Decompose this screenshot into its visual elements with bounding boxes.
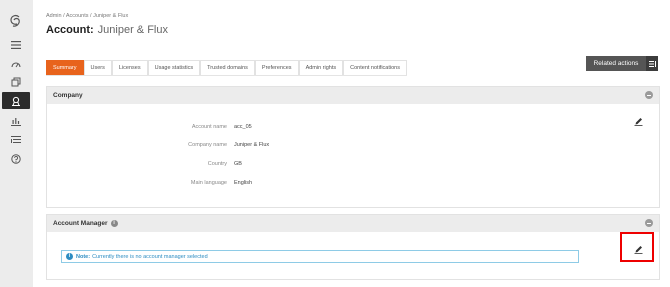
edit-company-button[interactable]	[633, 116, 643, 126]
account-manager-panel: Account Manager i i Note: Currently ther…	[46, 214, 660, 280]
list-icon[interactable]	[5, 131, 27, 149]
field-value: English	[234, 180, 253, 186]
field-row: Account name acc_05	[47, 124, 659, 134]
field-label: Main language	[190, 180, 227, 186]
highlight-box	[620, 232, 654, 262]
field-label: Country	[207, 161, 227, 167]
note-text: Currently there is no account manager se…	[92, 253, 208, 260]
menu-icon[interactable]	[5, 36, 27, 54]
company-heading: Company	[53, 92, 83, 99]
no-manager-note: i Note: Currently there is no account ma…	[61, 250, 579, 263]
field-row: Main language English	[47, 180, 659, 190]
tab-summary[interactable]: Summary	[46, 60, 84, 75]
company-panel: Company Account name acc_05 Company name…	[46, 86, 660, 208]
field-label: Account name	[191, 124, 227, 130]
note-label: Note:	[76, 253, 91, 260]
tab-trusted-domains[interactable]: Trusted domains	[200, 60, 255, 75]
tab-content-notifications[interactable]: Content notifications	[343, 60, 407, 75]
breadcrumb[interactable]: Admin / Accounts / Juniper & Flux	[46, 13, 128, 19]
field-value: GB	[234, 161, 242, 167]
company-panel-header: Company	[47, 87, 659, 104]
logo-icon[interactable]	[5, 12, 27, 30]
chart-icon[interactable]	[5, 112, 27, 130]
sidebar	[0, 0, 34, 287]
pencil-icon	[634, 117, 642, 126]
field-row: Country GB	[47, 161, 659, 171]
collapse-icon[interactable]	[645, 91, 653, 99]
field-row: Company name Juniper & Flux	[47, 142, 659, 152]
related-actions-button[interactable]: Related actions	[586, 56, 658, 71]
account-manager-panel-header: Account Manager i	[47, 215, 659, 232]
field-value: acc_05	[234, 124, 252, 130]
info-icon[interactable]: i	[110, 220, 118, 227]
account-icon[interactable]	[2, 92, 30, 109]
tab-preferences[interactable]: Preferences	[254, 60, 299, 75]
page-title-prefix: Account:	[46, 24, 94, 36]
main-content: Admin / Accounts / Juniper & Flux Accoun…	[33, 0, 670, 287]
field-value: Juniper & Flux	[234, 142, 270, 148]
tab-admin-rights[interactable]: Admin rights	[298, 60, 344, 75]
account-manager-heading: Account Manager	[53, 220, 108, 227]
collapse-icon[interactable]	[645, 219, 653, 227]
menu-toggle-icon	[646, 56, 658, 71]
copy-icon[interactable]	[5, 73, 27, 91]
tab-licenses[interactable]: Licenses	[111, 60, 148, 75]
help-icon[interactable]	[5, 150, 27, 168]
info-circle-icon: i	[66, 253, 73, 260]
related-actions-label: Related actions	[593, 60, 639, 67]
dashboard-icon[interactable]	[5, 56, 27, 74]
page-title: Account: Juniper & Flux	[46, 24, 168, 36]
tab-bar: Summary Users Licenses Usage statistics …	[46, 60, 407, 76]
tab-usage-statistics[interactable]: Usage statistics	[147, 60, 201, 75]
page-title-name: Juniper & Flux	[97, 24, 168, 36]
tab-users[interactable]: Users	[83, 60, 112, 75]
field-label: Company name	[188, 142, 227, 148]
